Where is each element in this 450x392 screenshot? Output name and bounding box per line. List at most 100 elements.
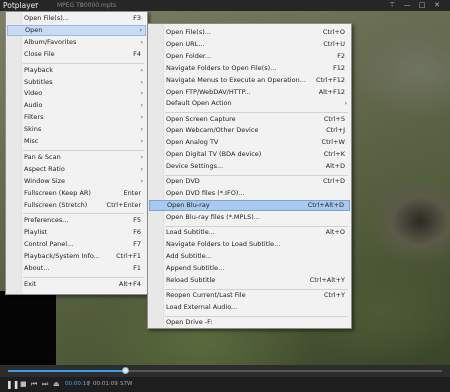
menu-item-shortcut: Ctrl+Alt+Y — [309, 275, 345, 284]
open-submenu-item[interactable]: Navigate Menus to Execute an Operation..… — [149, 75, 350, 86]
menu-item-label: Open Analog TV — [166, 138, 219, 147]
main-menu-item[interactable]: Skins › — [7, 124, 146, 135]
open-submenu-item[interactable]: Open Digital TV (BDA device) Ctrl+K — [149, 149, 350, 160]
seek-bar[interactable] — [0, 365, 450, 377]
open-submenu-item[interactable]: Open Blu-ray files (*.MPLS)... — [149, 212, 350, 223]
open-submenu-item[interactable]: Reopen Current/Last File Ctrl+Y — [149, 290, 350, 301]
menu-item-label: Fullscreen (Keep AR) — [24, 188, 91, 197]
chevron-right-icon: › — [344, 100, 347, 108]
main-menu-item[interactable]: Open › — [7, 24, 146, 36]
menu-item-shortcut: Ctrl+Alt+D — [307, 201, 344, 209]
open-submenu-item[interactable]: Open Screen Capture Ctrl+S — [149, 114, 350, 125]
chevron-right-icon: › — [140, 153, 143, 161]
main-menu-item[interactable]: Playback/System Info... Ctrl+F1 — [7, 251, 146, 262]
open-submenu-item[interactable]: Default Open Action › — [149, 98, 350, 109]
main-menu-item[interactable]: Control Panel... F7 — [7, 239, 146, 250]
minimize-button[interactable]: — — [400, 0, 414, 11]
menu-item-shortcut: F1 — [133, 264, 141, 272]
menu-item-label: Navigate Folders to Load Subtitle... — [166, 239, 281, 248]
menu-item-label: About... — [24, 264, 50, 272]
open-submenu-item[interactable]: Open Drive -F: — [149, 317, 350, 328]
stop-icon[interactable]: ■ — [20, 380, 29, 389]
open-submenu-item[interactable]: Navigate Folders to Open File(s)... F12 — [149, 63, 350, 74]
next-icon[interactable]: ⏭ — [42, 380, 51, 389]
menu-item-label: Navigate Folders to Open File(s)... — [166, 63, 277, 72]
menu-item-label: Filters — [24, 113, 44, 122]
maximize-button[interactable]: □ — [415, 0, 429, 11]
menu-item-label: Load External Audio... — [166, 302, 238, 311]
menu-item-label: Add Subtitle... — [166, 251, 212, 260]
menu-item-label: Playlist — [24, 228, 48, 237]
menu-item-label: Open DVD files (*.IFO)... — [166, 189, 245, 198]
menu-item-label: Device Settings... — [166, 162, 224, 171]
current-time: 00:00:18 — [65, 381, 90, 387]
main-menu-item[interactable]: Preferences... F5 — [7, 215, 146, 226]
open-submenu-item[interactable]: Load External Audio... — [149, 302, 350, 313]
menu-item-shortcut: Ctrl+U — [323, 39, 345, 48]
menu-item-label: Preferences... — [24, 216, 69, 225]
open-submenu-item[interactable]: Open URL... Ctrl+U — [149, 39, 350, 50]
main-menu-item[interactable]: Exit Alt+F4 — [7, 279, 146, 290]
main-menu-item[interactable]: Filters › — [7, 112, 146, 123]
pin-icon[interactable]: ⊤ — [385, 0, 399, 11]
menu-item-label: Exit — [24, 279, 37, 288]
open-submenu-item[interactable]: Open File(s)... Ctrl+O — [149, 27, 350, 38]
previous-icon[interactable]: ⏮ — [31, 380, 40, 389]
main-menu-item[interactable]: Pan & Scan › — [7, 152, 146, 163]
chevron-down-icon[interactable]: ▾ — [35, 1, 38, 8]
main-menu-item[interactable]: Album/Favorites › — [7, 37, 146, 48]
title-bar: Potplayer ▾ MPEG TS 00000.mpts ⊤ — □ ✕ — [0, 0, 450, 11]
menu-item-shortcut: F6 — [133, 228, 141, 237]
open-submenu: Open File(s)... Ctrl+O Open URL... Ctrl+U Op… — [147, 23, 352, 329]
main-menu-item[interactable]: Playlist F6 — [7, 227, 146, 238]
menu-item-shortcut: Ctrl+D — [322, 177, 345, 186]
open-submenu-item[interactable]: Add Subtitle... — [149, 251, 350, 262]
menu-item-label: Open Drive -F: — [166, 317, 213, 326]
open-submenu-item[interactable]: Open DVD Ctrl+D — [149, 176, 350, 187]
open-submenu-item[interactable]: Open FTP/WebDAV/HTTP... Alt+F12 — [149, 87, 350, 98]
pause-button[interactable]: ❚❚ — [6, 380, 19, 389]
open-submenu-item[interactable]: Navigate Folders to Load Subtitle... — [149, 239, 350, 250]
main-menu-item[interactable]: Playback › — [7, 65, 146, 76]
main-menu-item[interactable]: Aspect Ratio › — [7, 164, 146, 175]
menu-item-label: Open URL... — [166, 39, 205, 48]
main-menu-item[interactable]: Audio › — [7, 100, 146, 111]
open-submenu-item[interactable]: Open DVD files (*.IFO)... — [149, 188, 350, 199]
menu-item-shortcut: Alt+F4 — [118, 279, 141, 288]
close-button[interactable]: ✕ — [430, 0, 444, 11]
main-menu-item[interactable]: About... F1 — [7, 263, 146, 274]
app-menu-button[interactable]: Potplayer — [3, 1, 38, 10]
menu-item-label: Open FTP/WebDAV/HTTP... — [166, 87, 251, 96]
main-menu-item[interactable]: Misc › — [7, 136, 146, 147]
menu-item-shortcut: F3 — [133, 14, 141, 22]
main-menu-item[interactable]: Close File F4 — [7, 49, 146, 60]
open-submenu-item[interactable]: Open Analog TV Ctrl+W — [149, 137, 350, 148]
open-submenu-item[interactable]: Device Settings... Alt+D — [149, 161, 350, 172]
menu-separator — [23, 62, 144, 64]
menu-item-label: Open File(s)... — [166, 28, 211, 36]
open-submenu-item[interactable]: Load Subtitle... Alt+O — [149, 227, 350, 238]
menu-item-shortcut: Ctrl+W — [321, 138, 345, 147]
open-submenu-item[interactable]: Append Subtitle... — [149, 263, 350, 274]
main-menu-item[interactable]: Open File(s)... F3 — [7, 13, 146, 24]
menu-item-label: Audio — [24, 101, 43, 110]
open-submenu-item[interactable]: Reload Subtitle Ctrl+Alt+Y — [149, 275, 350, 286]
menu-item-label: Video — [24, 89, 43, 98]
menu-item-label: Pan & Scan — [24, 152, 61, 161]
main-menu-item[interactable]: Fullscreen (Keep AR) Enter — [7, 188, 146, 199]
seek-handle[interactable] — [121, 367, 129, 374]
main-menu-item[interactable]: Video › — [7, 88, 146, 99]
open-submenu-item[interactable]: Open Folder... F2 — [149, 51, 350, 62]
menu-item-label: Load Subtitle... — [166, 228, 215, 236]
open-submenu-item[interactable]: Open Webcam/Other Device Ctrl+J — [149, 125, 350, 136]
menu-item-label: Close File — [24, 49, 55, 58]
main-menu-item[interactable]: Fullscreen (Stretch) Ctrl+Enter — [7, 200, 146, 211]
codec-label: S7W — [120, 381, 133, 387]
eject-icon[interactable]: ⏏ — [53, 380, 62, 389]
main-menu-item[interactable]: Subtitles › — [7, 77, 146, 88]
open-submenu-item[interactable]: Open Blu-ray Ctrl+Alt+D — [149, 200, 350, 211]
menu-item-label: Playback/System Info... — [24, 252, 100, 261]
menu-item-label: Window Size — [24, 176, 66, 185]
menu-item-shortcut: Ctrl+F12 — [315, 75, 345, 84]
main-menu-item[interactable]: Window Size › — [7, 176, 146, 187]
